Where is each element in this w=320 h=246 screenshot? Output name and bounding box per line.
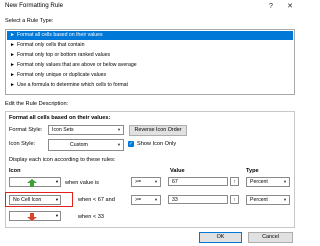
ok-button[interactable]: OK	[199, 232, 242, 243]
row2-value-input[interactable]: 33	[168, 195, 228, 204]
rule-type-item-label: Format only cells that contain	[17, 42, 85, 48]
row1-value-input[interactable]: 67	[168, 177, 228, 186]
format-style-value: Icon Sets	[52, 127, 74, 133]
row2-operator-select[interactable]: >= ▼	[131, 195, 161, 205]
icon-style-label: Icon Style:	[9, 141, 36, 147]
row1-operator-value: >=	[135, 179, 142, 185]
row2-operator-value: >=	[135, 197, 142, 203]
chevron-down-icon: ▼	[117, 127, 121, 132]
arrow-right-icon: ►	[10, 32, 15, 38]
chevron-down-icon: ▼	[283, 179, 287, 184]
row1-value: 67	[172, 179, 178, 185]
format-style-label: Format Style:	[9, 127, 43, 133]
row2-icon-label: No Cell Icon	[13, 197, 42, 203]
rule-type-item[interactable]: ► Use a formula to determine which cells …	[7, 81, 293, 90]
chevron-down-icon: ▼	[154, 179, 158, 184]
rule-type-item[interactable]: ► Format only cells that contain	[7, 41, 293, 50]
arrow-right-icon: ►	[10, 42, 15, 48]
icon-style-value: Custom	[70, 142, 88, 148]
row1-condition: when value is	[65, 180, 99, 186]
icon-select[interactable]: ▼	[9, 211, 61, 221]
rule-type-label: Select a Rule Type:	[5, 18, 54, 24]
arrow-right-icon: ►	[10, 82, 15, 88]
description-label: Edit the Rule Description:	[5, 101, 69, 107]
arrow-up-icon: ↑	[233, 179, 236, 185]
row1-type-value: Percent	[250, 179, 268, 185]
arrow-right-icon: ►	[10, 72, 15, 78]
chevron-down-icon: ▼	[283, 197, 287, 202]
format-style-select[interactable]: Icon Sets ▼	[48, 125, 124, 135]
dialog-window: New Formatting Rule ? ✕ Select a Rule Ty…	[0, 0, 300, 246]
rules-label: Display each icon according to these rul…	[9, 157, 116, 163]
show-icon-only-checkbox[interactable]: ✓	[128, 141, 134, 147]
window-title: New Formatting Rule	[5, 2, 64, 9]
rule-type-item-label: Format only unique or duplicate values	[17, 72, 107, 78]
row1-type-select[interactable]: Percent ▼	[246, 177, 290, 187]
icon-style-select[interactable]: Custom ▼	[48, 139, 124, 151]
rule-type-item-label: Format all cells based on their values	[17, 32, 103, 38]
rule-type-item[interactable]: ► Format all cells based on their values	[7, 31, 293, 41]
icon-select[interactable]: No Cell Icon ▼	[9, 195, 61, 205]
green-up-arrow-icon	[27, 179, 37, 187]
description-header: Format all cells based on their values:	[9, 115, 111, 121]
red-down-arrow-icon	[27, 213, 37, 221]
rule-type-item-label: Format only top or bottom ranked values	[17, 52, 111, 58]
checkmark-icon: ✓	[128, 141, 134, 147]
close-icon: ✕	[287, 3, 293, 10]
rule-type-item[interactable]: ► Format only top or bottom ranked values	[7, 51, 293, 60]
type-column-header: Type	[246, 168, 259, 174]
value-column-header: Value	[170, 168, 185, 174]
show-icon-only-label: Show Icon Only	[137, 141, 177, 147]
chevron-down-icon: ▼	[55, 197, 59, 202]
arrow-up-icon: ↑	[233, 197, 236, 203]
rule-type-item[interactable]: ► Format only unique or duplicate values	[7, 71, 293, 80]
icon-column-header: Icon	[9, 168, 21, 174]
help-icon: ?	[269, 3, 273, 10]
row1-operator-select[interactable]: >= ▼	[131, 177, 161, 187]
close-button[interactable]: ✕	[282, 0, 298, 13]
row2-condition: when < 67 and	[78, 197, 115, 203]
row1-range-picker-button[interactable]: ↑	[230, 177, 239, 186]
chevron-down-icon: ▼	[55, 179, 59, 184]
rule-type-list[interactable]: ► Format all cells based on their values …	[5, 29, 295, 95]
rule-type-item-label: Use a formula to determine which cells t…	[17, 82, 128, 88]
help-button[interactable]: ?	[263, 0, 279, 13]
arrow-right-icon: ►	[10, 62, 15, 68]
row3-condition: when < 33	[78, 214, 104, 220]
chevron-down-icon: ▼	[154, 197, 158, 202]
row2-type-value: Percent	[250, 197, 268, 203]
cancel-button[interactable]: Cancel	[248, 232, 293, 243]
row2-range-picker-button[interactable]: ↑	[230, 195, 239, 204]
chevron-down-icon: ▼	[117, 142, 121, 147]
reverse-icon-order-button[interactable]: Reverse Icon Order	[129, 125, 187, 136]
rule-type-item[interactable]: ► Format only values that are above or be…	[7, 61, 293, 70]
rule-type-item-label: Format only values that are above or bel…	[17, 62, 137, 68]
icon-select[interactable]: ▼	[9, 177, 61, 187]
arrow-right-icon: ►	[10, 52, 15, 58]
chevron-down-icon: ▼	[55, 213, 59, 218]
row2-type-select[interactable]: Percent ▼	[246, 195, 290, 205]
row2-value: 33	[172, 197, 178, 203]
